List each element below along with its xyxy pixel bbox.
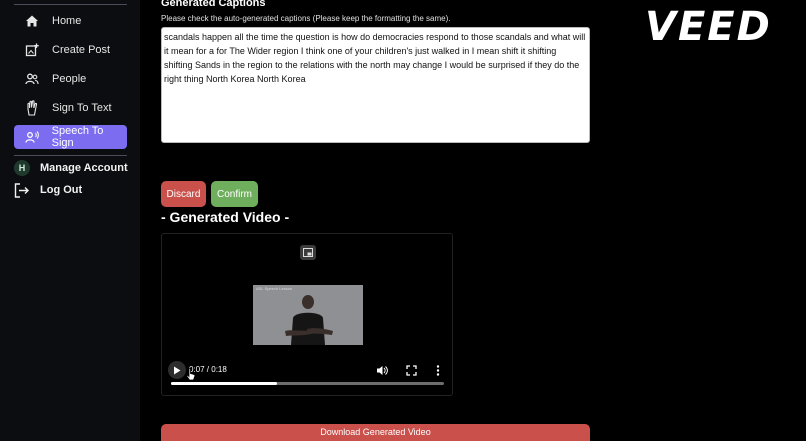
sidebar-item-sign-to-text[interactable]: Sign To Text [14, 96, 127, 120]
logout-link[interactable]: Log Out [14, 182, 82, 198]
hand-sign-icon [23, 99, 41, 117]
captions-section-title: Generated Captions [161, 0, 266, 9]
sidebar-item-label: People [52, 73, 87, 85]
manage-account-label: Manage Account [40, 162, 128, 174]
video-player[interactable]: ASL Speech Lesson 0:07 / 0:18 [161, 233, 453, 396]
manage-account-link[interactable]: H Manage Account [14, 160, 128, 176]
signer-figure [285, 295, 333, 345]
people-icon [23, 70, 41, 88]
video-progress-track[interactable] [171, 382, 444, 385]
confirm-button[interactable]: Confirm [211, 181, 258, 207]
download-video-button[interactable]: Download Generated Video [161, 424, 590, 441]
sidebar-item-home[interactable]: Home [14, 9, 127, 33]
sidebar-item-create-post[interactable]: Create Post [14, 38, 127, 62]
sidebar-item-people[interactable]: People [14, 67, 127, 91]
fullscreen-icon[interactable] [405, 364, 417, 376]
video-frame: ASL Speech Lesson [253, 285, 363, 345]
play-button[interactable] [168, 361, 186, 379]
captions-hint: Please check the auto-generated captions… [161, 14, 451, 23]
generated-video-title: - Generated Video - [161, 209, 290, 225]
logout-icon [14, 182, 30, 198]
volume-icon[interactable] [376, 364, 388, 376]
avatar: H [14, 160, 30, 176]
logout-label: Log Out [40, 184, 83, 196]
sidebar-item-label: Home [52, 15, 82, 27]
sidebar-divider-bottom [14, 155, 127, 156]
add-post-icon [23, 41, 41, 59]
sidebar-divider-top [14, 4, 127, 5]
veed-logo: VEED [645, 4, 772, 50]
mouse-cursor-icon [186, 368, 196, 386]
more-options-icon[interactable] [432, 364, 444, 376]
sidebar-item-label: Create Post [52, 44, 111, 56]
sidebar-item-label: Sign To Text [52, 102, 112, 114]
picture-in-picture-icon[interactable] [300, 245, 316, 260]
sidebar-item-label: Speech To Sign [51, 125, 104, 149]
sidebar: Home Create Post People Sign To Text Spe… [0, 0, 140, 441]
home-icon [23, 12, 41, 30]
main-content: Generated Captions Please check the auto… [140, 0, 806, 441]
discard-button[interactable]: Discard [161, 181, 206, 207]
download-video-label: Download Generated Video [320, 427, 431, 437]
speech-icon [23, 128, 41, 146]
video-controls: 0:07 / 0:18 [162, 360, 452, 395]
captions-textarea[interactable] [161, 27, 590, 143]
sidebar-item-speech-to-sign[interactable]: Speech To Sign [14, 125, 127, 149]
